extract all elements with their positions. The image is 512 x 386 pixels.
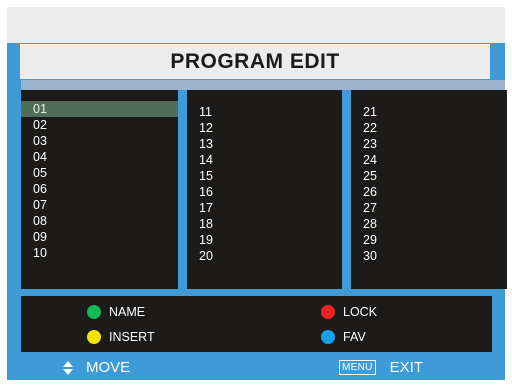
program-item[interactable]: 03 — [21, 133, 178, 149]
program-item[interactable]: 05 — [21, 165, 178, 181]
program-item[interactable]: 15 — [187, 168, 342, 184]
exit-label: EXIT — [389, 359, 423, 376]
legend-insert[interactable]: INSERT — [87, 330, 155, 344]
move-hint: MOVE — [62, 359, 130, 376]
red-dot-icon — [321, 305, 335, 319]
legend-fav[interactable]: FAV — [321, 330, 366, 344]
program-item[interactable]: 19 — [187, 232, 342, 248]
program-item[interactable]: 14 — [187, 152, 342, 168]
exit-hint[interactable]: MENU EXIT — [339, 359, 423, 376]
program-item[interactable]: 18 — [187, 216, 342, 232]
program-item[interactable]: 30 — [351, 248, 507, 264]
legend-fav-label: FAV — [343, 330, 366, 344]
program-column-2: 11 12 13 14 15 16 17 18 19 20 — [187, 90, 342, 289]
program-item[interactable]: 17 — [187, 200, 342, 216]
footer-bar: MOVE MENU EXIT — [7, 356, 505, 380]
program-item[interactable]: 07 — [21, 197, 178, 213]
up-down-arrow-icon — [63, 360, 73, 375]
program-item[interactable]: 06 — [21, 181, 178, 197]
program-item[interactable]: 29 — [351, 232, 507, 248]
legend-name[interactable]: NAME — [87, 305, 145, 319]
blue-dot-icon — [321, 330, 335, 344]
top-bar — [7, 7, 505, 43]
program-item[interactable]: 13 — [187, 136, 342, 152]
program-item[interactable]: 22 — [351, 120, 507, 136]
green-dot-icon — [87, 305, 101, 319]
yellow-dot-icon — [87, 330, 101, 344]
legend-insert-label: INSERT — [109, 330, 155, 344]
program-item[interactable]: 26 — [351, 184, 507, 200]
program-item[interactable]: 23 — [351, 136, 507, 152]
program-item[interactable]: 11 — [187, 104, 342, 120]
page-title: PROGRAM EDIT — [20, 44, 490, 79]
program-item[interactable]: 21 — [351, 104, 507, 120]
menu-key-badge: MENU — [339, 360, 376, 375]
legend-name-label: NAME — [109, 305, 146, 319]
program-item[interactable]: 08 — [21, 213, 178, 229]
program-item[interactable]: 24 — [351, 152, 507, 168]
program-item[interactable]: 02 — [21, 117, 178, 133]
program-item[interactable]: 09 — [21, 229, 178, 245]
program-column-1: 01 02 03 04 05 06 07 08 09 10 — [21, 90, 178, 289]
legend-lock[interactable]: LOCK — [321, 305, 377, 319]
program-column-3: 21 22 23 24 25 26 27 28 29 30 — [351, 90, 507, 289]
program-item[interactable]: 28 — [351, 216, 507, 232]
program-item-selected[interactable]: 01 — [21, 101, 178, 117]
legend-lock-label: LOCK — [343, 305, 378, 319]
color-key-legend: NAME LOCK INSERT FAV — [21, 296, 492, 352]
program-item[interactable]: 25 — [351, 168, 507, 184]
program-item[interactable]: 16 — [187, 184, 342, 200]
program-item[interactable]: 10 — [21, 245, 178, 261]
program-item[interactable]: 12 — [187, 120, 342, 136]
program-item[interactable]: 20 — [187, 248, 342, 264]
program-item[interactable]: 27 — [351, 200, 507, 216]
program-item[interactable]: 04 — [21, 149, 178, 165]
move-label: MOVE — [86, 359, 131, 376]
header-band — [21, 80, 505, 90]
